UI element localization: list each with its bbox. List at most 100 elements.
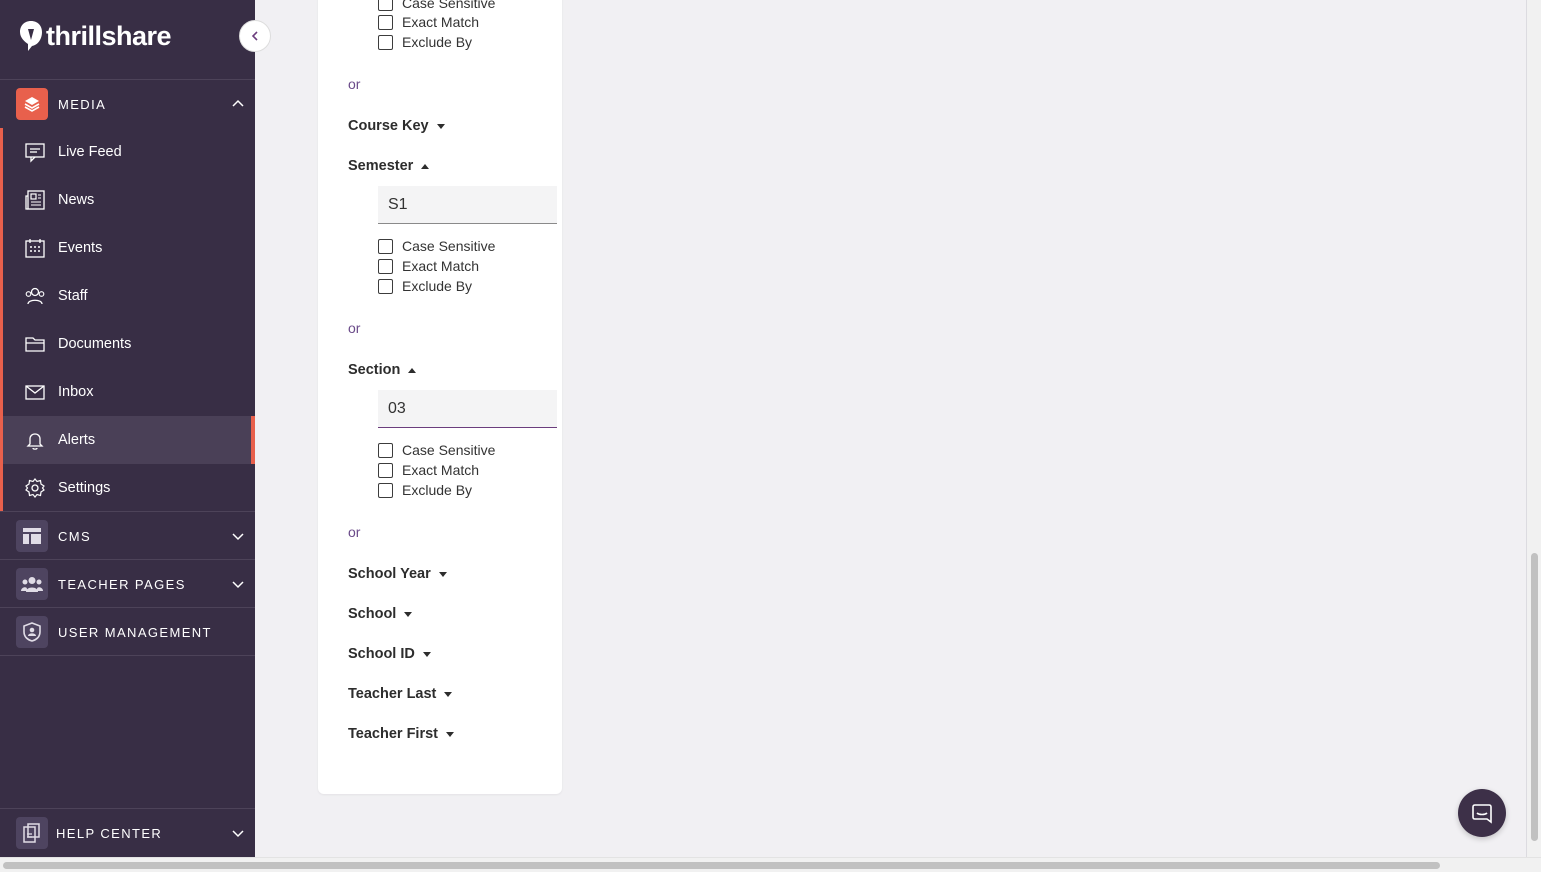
caret-down-icon [446,731,454,737]
shield-user-icon [16,616,48,648]
field-label: Semester [348,158,414,174]
school-toggle[interactable]: School [348,604,413,624]
chevron-up-icon [232,99,244,107]
section-teacher-pages[interactable]: TEACHER PAGES [0,560,255,608]
gear-icon [24,477,46,499]
chat-launcher-button[interactable] [1458,789,1506,837]
sidebar-item-label: Staff [58,288,88,304]
chat-icon [1472,804,1492,824]
chevron-down-icon [232,581,244,589]
field-label: School [348,606,397,622]
case-sensitive-option[interactable]: Case Sensitive [378,237,495,255]
section-media[interactable]: MEDIA [0,80,255,128]
exclude-by-option[interactable]: Exclude By [378,277,472,295]
section-cms-label: CMS [58,528,92,544]
sidebar-item-settings[interactable]: Settings [3,464,255,512]
thrillshare-logo[interactable]: thrillshare [18,18,172,54]
sidebar-item-label: Documents [58,336,132,352]
chevron-down-icon [232,830,244,838]
sidebar-item-label: Settings [58,480,111,496]
exclude-by-checkbox[interactable] [378,278,393,294]
section-user-management-label: USER MANAGEMENT [58,624,212,640]
exact-match-checkbox[interactable] [378,14,393,30]
exclude-by-option[interactable]: Exclude By [378,481,472,499]
school-id-toggle[interactable]: School ID [348,644,431,664]
field-label: Section [348,362,401,378]
sidebar-divider [0,655,255,656]
sidebar-item-alerts[interactable]: Alerts [3,416,255,464]
sidebar: thrillshare MEDIA Live Feed News Events … [0,0,255,857]
sidebar-item-documents[interactable]: Documents [3,320,255,368]
checkbox-label: Exact Match [402,258,480,274]
section-media-label: MEDIA [58,96,107,112]
caret-down-icon [436,123,445,129]
section-teacher-pages-label: TEACHER PAGES [58,576,186,592]
semester-toggle[interactable]: Semester [348,156,430,176]
collapse-sidebar-button[interactable] [239,20,271,52]
exact-match-option[interactable]: Exact Match [378,461,479,479]
media-nav-list: Live Feed News Events Staff Documents In… [0,128,255,512]
exclude-by-option[interactable]: Exclude By [378,33,472,51]
field-label: Teacher First [348,726,438,742]
sidebar-item-label: Inbox [58,384,94,400]
section-toggle[interactable]: Section [348,360,417,380]
sidebar-item-news[interactable]: News [3,176,255,224]
checkbox-label: Exclude By [402,482,473,498]
vertical-scrollbar-thumb[interactable] [1531,553,1538,841]
horizontal-scrollbar-thumb[interactable] [3,862,1440,869]
section-user-management[interactable]: USER MANAGEMENT [0,608,255,656]
exact-match-option[interactable]: Exact Match [378,13,479,31]
checkbox-label: Exact Match [402,462,480,478]
teacher-last-toggle[interactable]: Teacher Last [348,684,453,704]
layers-icon [16,88,48,120]
checkbox-label: Exclude By [402,278,473,294]
sidebar-item-staff[interactable]: Staff [3,272,255,320]
exact-match-checkbox[interactable] [378,462,393,478]
sidebar-item-inbox[interactable]: Inbox [3,368,255,416]
exclude-by-checkbox[interactable] [378,482,393,498]
exact-match-option[interactable]: Exact Match [378,257,479,275]
sidebar-item-events[interactable]: Events [3,224,255,272]
exact-match-checkbox[interactable] [378,258,393,274]
section-input[interactable] [378,390,557,428]
checkbox-label: Case Sensitive [402,442,496,458]
chevron-left-icon [251,31,258,41]
case-sensitive-checkbox[interactable] [378,0,393,11]
case-sensitive-checkbox[interactable] [378,238,393,254]
sidebar-item-label: News [58,192,95,208]
bell-icon [24,429,46,451]
help-center-icon [16,817,48,849]
sidebar-item-live-feed[interactable]: Live Feed [3,128,255,176]
case-sensitive-checkbox[interactable] [378,442,393,458]
teacher-first-toggle[interactable]: Teacher First [348,724,454,744]
caret-down-icon [444,691,453,697]
staff-icon [24,285,46,307]
sidebar-item-label: Live Feed [58,144,122,160]
vertical-scrollbar[interactable] [1527,0,1541,857]
school-year-toggle[interactable]: School Year [348,564,447,584]
field-label: Course Key [348,118,429,134]
calendar-icon [24,237,46,259]
semester-input[interactable] [378,186,557,224]
section-cms[interactable]: CMS [0,512,255,560]
horizontal-scrollbar[interactable] [0,857,1541,872]
field-label: School ID [348,646,415,662]
live-feed-icon [24,141,46,163]
layout-icon [16,520,48,552]
checkbox-label: Case Sensitive [402,238,496,254]
folder-icon [24,333,46,355]
exclude-by-checkbox[interactable] [378,34,393,50]
caret-up-icon [408,367,417,373]
checkbox-label: Exclude By [402,34,473,50]
section-help-center[interactable]: HELP CENTER [0,809,255,857]
course-key-toggle[interactable]: Course Key [348,116,445,136]
caret-up-icon [421,163,430,169]
case-sensitive-option[interactable]: Case Sensitive [378,441,495,459]
caret-down-icon [404,611,413,617]
case-sensitive-option[interactable]: Case Sensitive [378,0,495,12]
people-icon [16,568,48,600]
field-label: School Year [348,566,431,582]
or-separator: or [348,76,361,92]
or-separator: or [348,524,361,540]
news-icon [24,189,46,211]
